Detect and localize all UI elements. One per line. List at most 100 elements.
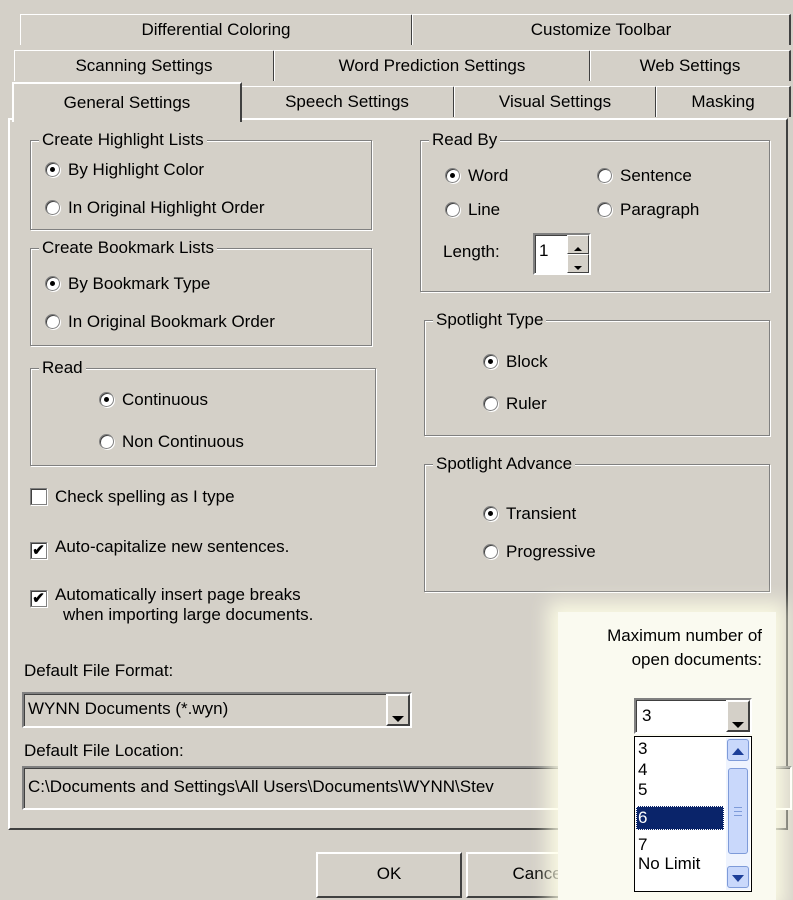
max-docs-options: 3 4 5 6 7 No Limit — [636, 738, 724, 874]
checkbox-icon — [30, 488, 47, 505]
radio-non-continuous[interactable]: Non Continuous — [99, 431, 244, 453]
chevron-down-icon — [392, 716, 404, 722]
radio-progressive[interactable]: Progressive — [483, 541, 596, 563]
bookmark-lists-group: Create Bookmark Lists By Bookmark Type I… — [30, 237, 372, 346]
max-docs-dropdown-list[interactable]: 3 4 5 6 7 No Limit — [634, 736, 752, 892]
tab-scanning-settings[interactable]: Scanning Settings — [14, 50, 275, 81]
radio-transient[interactable]: Transient — [483, 503, 576, 525]
radio-block[interactable]: Block — [483, 351, 548, 373]
chevron-down-icon — [732, 875, 744, 882]
checkmark-icon: ✔ — [30, 542, 47, 559]
checkbox-label-line2: when importing large documents. — [63, 605, 314, 624]
checkbox-label: Automatically insert page breaks — [55, 585, 301, 604]
tab-word-prediction-settings[interactable]: Word Prediction Settings — [274, 50, 591, 81]
radio-dot-icon — [99, 392, 114, 407]
highlight-lists-group: Create Highlight Lists By Highlight Colo… — [30, 129, 372, 230]
list-item-selected[interactable]: 6 — [636, 806, 724, 830]
read-by-title: Read By — [429, 129, 501, 151]
radio-dot-icon — [45, 276, 60, 291]
radio-label: Transient — [506, 504, 577, 523]
radio-continuous[interactable]: Continuous — [99, 389, 208, 411]
radio-label: By Bookmark Type — [68, 274, 211, 293]
radio-original-bookmark-order[interactable]: In Original Bookmark Order — [45, 311, 275, 333]
length-spinner[interactable]: 1 — [533, 233, 591, 275]
checkbox-check-spelling[interactable]: Check spelling as I type — [30, 486, 235, 508]
default-file-format-label: Default File Format: — [24, 661, 174, 680]
max-docs-label: Maximum number of open documents: — [607, 624, 762, 672]
list-scrollbar[interactable] — [726, 738, 750, 890]
spinner-down-button[interactable] — [567, 254, 589, 273]
radio-word[interactable]: Word — [445, 165, 508, 187]
radio-dot-icon — [99, 434, 114, 449]
radio-line[interactable]: Line — [445, 199, 500, 221]
checkbox-label: Auto-capitalize new sentences. — [55, 537, 290, 556]
radio-label: Ruler — [506, 394, 547, 413]
scroll-down-button[interactable] — [727, 866, 749, 888]
dropdown-button[interactable] — [726, 700, 750, 732]
scroll-thumb[interactable] — [728, 768, 748, 854]
spinner-up-button[interactable] — [567, 235, 589, 254]
radio-dot-icon — [483, 544, 498, 559]
radio-label: In Original Highlight Order — [68, 198, 265, 217]
radio-label: Progressive — [506, 542, 596, 561]
radio-by-bookmark-type[interactable]: By Bookmark Type — [45, 273, 210, 295]
radio-dot-icon — [45, 314, 60, 329]
tab-customize-toolbar[interactable]: Customize Toolbar — [412, 14, 791, 45]
checkbox-auto-capitalize[interactable]: ✔ Auto-capitalize new sentences. — [30, 536, 289, 559]
arrow-up-icon — [574, 247, 582, 251]
list-item[interactable]: 5 — [636, 780, 724, 800]
list-item[interactable]: 4 — [636, 760, 724, 780]
spotlight-advance-group: Spotlight Advance Transient Progressive — [424, 453, 770, 592]
highlight-lists-title: Create Highlight Lists — [39, 129, 207, 151]
radio-label: Continuous — [122, 390, 209, 409]
spotlight-advance-title: Spotlight Advance — [433, 453, 576, 475]
radio-dot-icon — [483, 506, 498, 521]
default-file-location-label: Default File Location: — [24, 741, 184, 760]
radio-sentence[interactable]: Sentence — [597, 165, 692, 187]
list-item[interactable]: 7 — [636, 836, 724, 854]
default-file-format-select[interactable]: WYNN Documents (*.wyn) — [22, 692, 412, 728]
tab-visual-settings[interactable]: Visual Settings — [454, 86, 657, 117]
max-docs-label-line2: open documents: — [631, 650, 762, 669]
radio-dot-icon — [597, 202, 612, 217]
radio-paragraph[interactable]: Paragraph — [597, 199, 699, 221]
tab-web-settings[interactable]: Web Settings — [590, 50, 791, 81]
radio-original-highlight-order[interactable]: In Original Highlight Order — [45, 197, 265, 219]
radio-label: In Original Bookmark Order — [68, 312, 275, 331]
max-docs-select[interactable]: 3 — [634, 698, 752, 734]
radio-dot-icon — [483, 354, 498, 369]
radio-label: Paragraph — [620, 200, 700, 219]
radio-label: Block — [506, 352, 548, 371]
chevron-down-icon — [732, 722, 744, 728]
max-docs-label-line1: Maximum number of — [607, 626, 762, 645]
checkmark-icon: ✔ — [30, 590, 47, 607]
length-value: 1 — [539, 241, 549, 260]
read-group: Read Continuous Non Continuous — [30, 357, 376, 466]
default-file-format-value: WYNN Documents (*.wyn) — [28, 699, 229, 718]
radio-dot-icon — [45, 200, 60, 215]
radio-dot-icon — [445, 168, 460, 183]
radio-ruler[interactable]: Ruler — [483, 393, 547, 415]
max-docs-highlight: Maximum number of open documents: 3 3 4 … — [558, 612, 776, 900]
tab-general-settings[interactable]: General Settings — [12, 82, 242, 122]
list-item[interactable]: No Limit — [636, 854, 724, 874]
default-file-location-value: C:\Documents and Settings\All Users\Docu… — [28, 777, 494, 796]
radio-dot-icon — [597, 168, 612, 183]
tab-masking[interactable]: Masking — [656, 86, 791, 117]
radio-label: Line — [468, 200, 501, 219]
ok-button[interactable]: OK — [316, 852, 462, 898]
radio-label: Sentence — [620, 166, 692, 185]
length-label: Length: — [443, 242, 500, 261]
radio-dot-icon — [45, 162, 60, 177]
scroll-up-button[interactable] — [727, 739, 749, 761]
chevron-up-icon — [732, 748, 744, 755]
read-title: Read — [39, 357, 86, 379]
tab-speech-settings[interactable]: Speech Settings — [240, 86, 455, 117]
radio-by-highlight-color[interactable]: By Highlight Color — [45, 159, 204, 181]
radio-dot-icon — [445, 202, 460, 217]
read-by-group: Read By Word Sentence Line Paragraph Len… — [420, 129, 770, 292]
list-item[interactable]: 3 — [636, 738, 724, 760]
dropdown-button[interactable] — [386, 694, 410, 726]
tab-differential-coloring[interactable]: Differential Coloring — [20, 14, 413, 45]
bookmark-lists-title: Create Bookmark Lists — [39, 237, 217, 259]
